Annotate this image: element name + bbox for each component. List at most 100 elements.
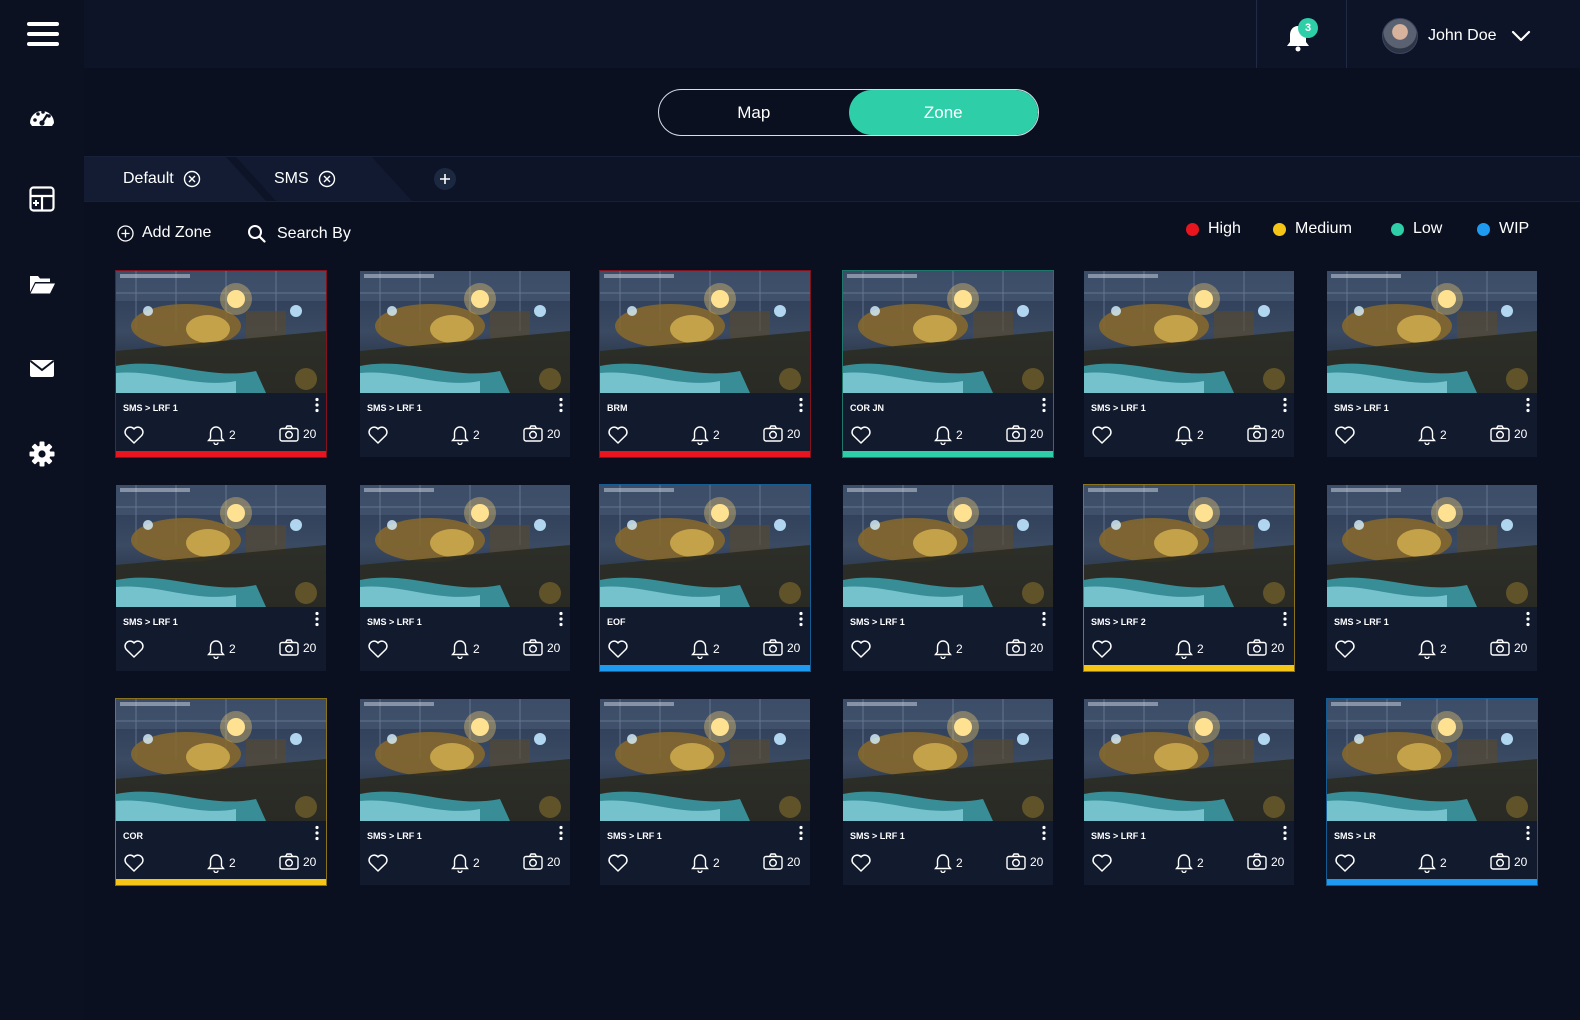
snapshot-count[interactable]: 20 [523, 639, 560, 656]
settings-icon[interactable] [28, 440, 56, 468]
heart-icon[interactable] [1091, 853, 1113, 873]
zone-card[interactable]: SMS > LRF 1 2 20 [843, 485, 1053, 671]
snapshot-count[interactable]: 20 [1006, 853, 1043, 870]
add-tab-icon[interactable] [434, 168, 456, 190]
alert-count[interactable]: 2 [1175, 639, 1204, 659]
heart-icon[interactable] [607, 853, 629, 873]
zone-card[interactable]: SMS > LRF 1 2 20 [116, 271, 326, 457]
dashboard-icon[interactable] [28, 104, 56, 132]
alert-count[interactable]: 2 [1418, 425, 1447, 445]
more-options-icon[interactable] [1525, 611, 1531, 627]
heart-icon[interactable] [123, 639, 145, 659]
snapshot-count[interactable]: 20 [1006, 639, 1043, 656]
alert-count[interactable]: 2 [207, 425, 236, 445]
snapshot-count[interactable]: 20 [279, 425, 316, 442]
alert-count[interactable]: 2 [1418, 639, 1447, 659]
alert-count[interactable]: 2 [934, 853, 963, 873]
more-options-icon[interactable] [798, 397, 804, 413]
zone-card[interactable]: SMS > LRF 1 2 20 [1327, 271, 1537, 457]
hamburger-menu-icon[interactable] [27, 22, 59, 48]
more-options-icon[interactable] [1041, 397, 1047, 413]
heart-icon[interactable] [1334, 425, 1356, 445]
heart-icon[interactable] [850, 639, 872, 659]
snapshot-count[interactable]: 20 [1247, 639, 1284, 656]
zone-card[interactable]: COR 2 20 [116, 699, 326, 885]
snapshot-count[interactable]: 20 [279, 639, 316, 656]
heart-icon[interactable] [1334, 853, 1356, 873]
mail-icon[interactable] [28, 354, 56, 382]
alert-count[interactable]: 2 [207, 853, 236, 873]
heart-icon[interactable] [1334, 639, 1356, 659]
more-options-icon[interactable] [798, 825, 804, 841]
zone-card[interactable]: SMS > LRF 1 2 20 [360, 271, 570, 457]
alert-count[interactable]: 2 [691, 639, 720, 659]
zone-card[interactable]: COR JN 2 20 [843, 271, 1053, 457]
snapshot-count[interactable]: 20 [763, 425, 800, 442]
heart-icon[interactable] [1091, 425, 1113, 445]
more-options-icon[interactable] [558, 825, 564, 841]
zone-card[interactable]: SMS > LRF 1 2 20 [600, 699, 810, 885]
snapshot-count[interactable]: 20 [1006, 425, 1043, 442]
zone-card[interactable]: BRM 2 20 [600, 271, 810, 457]
user-menu[interactable]: John Doe [1382, 18, 1531, 54]
heart-icon[interactable] [607, 425, 629, 445]
alert-count[interactable]: 2 [451, 639, 480, 659]
snapshot-count[interactable]: 20 [279, 853, 316, 870]
more-options-icon[interactable] [1282, 397, 1288, 413]
alert-count[interactable]: 2 [451, 425, 480, 445]
add-zone-button[interactable]: Add Zone [117, 224, 211, 242]
more-options-icon[interactable] [798, 611, 804, 627]
layout-add-icon[interactable] [28, 185, 56, 213]
alert-count[interactable]: 2 [207, 639, 236, 659]
heart-icon[interactable] [367, 425, 389, 445]
snapshot-count[interactable]: 20 [1490, 425, 1527, 442]
zone-card[interactable]: SMS > LRF 1 2 20 [1084, 271, 1294, 457]
heart-icon[interactable] [367, 853, 389, 873]
alert-count[interactable]: 2 [691, 425, 720, 445]
zone-card[interactable]: SMS > LRF 1 2 20 [360, 485, 570, 671]
zone-card[interactable]: SMS > LRF 1 2 20 [360, 699, 570, 885]
tab-sms[interactable]: SMS [274, 157, 336, 201]
more-options-icon[interactable] [1282, 825, 1288, 841]
heart-icon[interactable] [123, 425, 145, 445]
more-options-icon[interactable] [314, 611, 320, 627]
more-options-icon[interactable] [314, 397, 320, 413]
zone-card[interactable]: EOF 2 20 [600, 485, 810, 671]
heart-icon[interactable] [123, 853, 145, 873]
zone-card[interactable]: SMS > LR 2 20 [1327, 699, 1537, 885]
more-options-icon[interactable] [1525, 397, 1531, 413]
zone-card[interactable]: SMS > LRF 1 2 20 [843, 699, 1053, 885]
more-options-icon[interactable] [1041, 825, 1047, 841]
folder-open-icon[interactable] [28, 270, 56, 298]
snapshot-count[interactable]: 20 [1247, 853, 1284, 870]
snapshot-count[interactable]: 20 [763, 853, 800, 870]
zone-toggle-button[interactable]: Zone [848, 90, 1038, 135]
more-options-icon[interactable] [314, 825, 320, 841]
zone-card[interactable]: SMS > LRF 1 2 20 [1084, 699, 1294, 885]
tab-default[interactable]: Default [123, 157, 201, 201]
alert-count[interactable]: 2 [451, 853, 480, 873]
snapshot-count[interactable]: 20 [1490, 853, 1527, 870]
more-options-icon[interactable] [558, 397, 564, 413]
snapshot-count[interactable]: 20 [1247, 425, 1284, 442]
heart-icon[interactable] [607, 639, 629, 659]
alert-count[interactable]: 2 [1175, 425, 1204, 445]
zone-card[interactable]: SMS > LRF 2 2 20 [1084, 485, 1294, 671]
alert-count[interactable]: 2 [934, 425, 963, 445]
close-icon[interactable] [318, 170, 336, 188]
heart-icon[interactable] [367, 639, 389, 659]
snapshot-count[interactable]: 20 [523, 853, 560, 870]
snapshot-count[interactable]: 20 [763, 639, 800, 656]
snapshot-count[interactable]: 20 [523, 425, 560, 442]
alert-count[interactable]: 2 [934, 639, 963, 659]
heart-icon[interactable] [850, 853, 872, 873]
heart-icon[interactable] [850, 425, 872, 445]
close-icon[interactable] [183, 170, 201, 188]
more-options-icon[interactable] [1525, 825, 1531, 841]
more-options-icon[interactable] [1041, 611, 1047, 627]
heart-icon[interactable] [1091, 639, 1113, 659]
snapshot-count[interactable]: 20 [1490, 639, 1527, 656]
alert-count[interactable]: 2 [1418, 853, 1447, 873]
alert-count[interactable]: 2 [1175, 853, 1204, 873]
alert-count[interactable]: 2 [691, 853, 720, 873]
